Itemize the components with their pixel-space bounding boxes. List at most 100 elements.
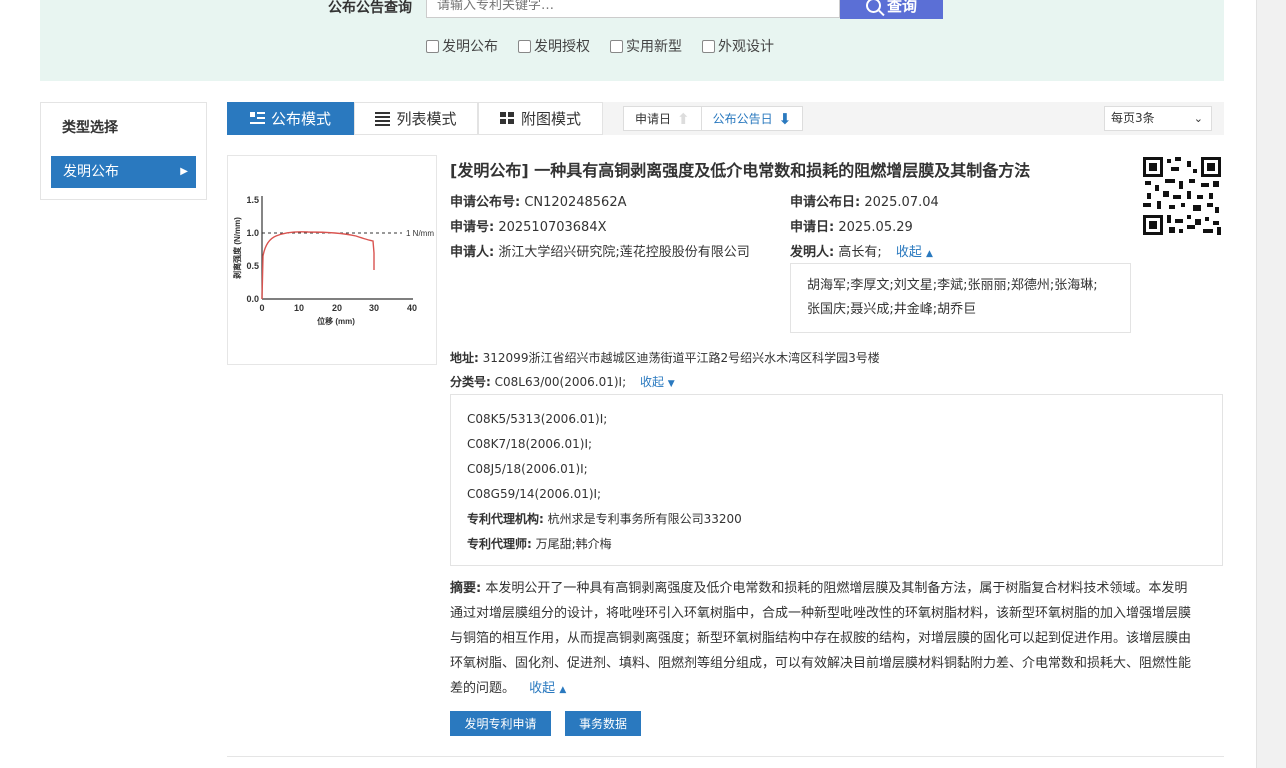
checkbox-icon[interactable] bbox=[518, 39, 531, 53]
chevron-right-icon: ▶ bbox=[180, 166, 188, 177]
sidebar-title: 类型选择 bbox=[62, 120, 118, 136]
tab-label: 公布模式 bbox=[270, 110, 331, 128]
field-label: 申请人: bbox=[450, 245, 495, 260]
inventor: 发明人: 高长有; 收起 ▲ bbox=[790, 241, 933, 260]
sidebar-item-invention-publication[interactable]: 发明公布 ▶ bbox=[51, 156, 196, 188]
abstract-line: 环氧树脂、固化剂、促进剂、填料、阻燃剂等组分组成，可以有效解决目前增层膜材料铜黏… bbox=[450, 656, 1192, 671]
field-label: 地址: bbox=[450, 351, 479, 365]
application-date: 申请日: 2025.05.29 bbox=[790, 216, 913, 235]
patent-title[interactable]: [发明公布] 一种具有高铜剥离强度及低介电常数和损耗的阻燃增层膜及其制备方法 bbox=[450, 157, 1030, 181]
sort-label: 申请日 bbox=[635, 112, 672, 126]
classification-code: C08J5/18(2006.01)I; bbox=[467, 462, 588, 476]
classification-code: C08K7/18(2006.01)I; bbox=[467, 437, 593, 451]
sidebar-item-label: 发明公布 bbox=[63, 164, 119, 180]
patent-agent: 专利代理师: 万尾甜;韩介梅 bbox=[467, 532, 1206, 557]
tab-publication-mode[interactable]: 公布模式 bbox=[227, 102, 354, 135]
tab-list-mode[interactable]: 列表模式 bbox=[354, 102, 478, 135]
checkbox-label: 发明公布 bbox=[442, 39, 498, 55]
field-value: 浙江大学绍兴研究院;莲花控股股份有限公司 bbox=[498, 245, 750, 260]
divider bbox=[227, 756, 1224, 757]
search-label: 公布公告查询 bbox=[328, 0, 412, 16]
toggle-label: 收起 bbox=[895, 245, 922, 260]
y-tick: 0.0 bbox=[246, 294, 259, 304]
field-label: 申请日: bbox=[790, 220, 835, 235]
search-button[interactable]: 查询 bbox=[840, 0, 943, 19]
classification-code: C08G59/14(2006.01)I; bbox=[467, 487, 602, 501]
arrow-up-icon: ⬆ bbox=[677, 109, 690, 128]
address: 地址: 312099浙江省绍兴市越城区迪荡街道平江路2号绍兴水木湾区科学园3号楼 bbox=[450, 349, 880, 366]
transaction-data-button[interactable]: 事务数据 bbox=[565, 711, 641, 736]
abstract-line: 差的问题。 收起 ▲ bbox=[450, 676, 1223, 703]
classification-code: C08K5/5313(2006.01)I; bbox=[467, 412, 608, 426]
invention-application-button[interactable]: 发明专利申请 bbox=[450, 711, 551, 736]
publication-number: 申请公布号: CN120248562A bbox=[450, 191, 626, 210]
toggle-label: 收起 bbox=[529, 681, 556, 696]
checkbox-design[interactable]: 外观设计 bbox=[702, 36, 774, 56]
toolbar: 公布模式 列表模式 附图模式 申请日 ⬆ 公布公告日 ⬇ 每页3条 ⌄ bbox=[227, 102, 1224, 135]
classification-details: C08K5/5313(2006.01)I; C08K7/18(2006.01)I… bbox=[450, 394, 1223, 566]
patent-figure[interactable]: 0.0 0.5 1.0 1.5 0 10 20 30 40 位移 (mm) 剥离… bbox=[227, 155, 437, 365]
y-tick: 1.0 bbox=[246, 228, 259, 238]
checkbox-invention-publication[interactable]: 发明公布 bbox=[426, 36, 498, 56]
field-label: 发明人: bbox=[790, 245, 835, 260]
x-tick: 20 bbox=[332, 303, 342, 313]
checkbox-label: 外观设计 bbox=[718, 39, 774, 55]
page: 公布公告查询 查询 发明公布 发明授权 实用新型 外观设计 类型选择 发明公布 … bbox=[0, 0, 1256, 768]
tab-figure-mode[interactable]: 附图模式 bbox=[478, 102, 603, 135]
abstract: 摘要: 本发明公开了一种具有高铜剥离强度及低介电常数和损耗的阻燃增层膜及其制备方… bbox=[450, 576, 1223, 703]
classification-collapse-toggle[interactable]: 收起 ▼ bbox=[640, 375, 675, 389]
per-page-value: 每页3条 bbox=[1111, 111, 1155, 125]
search-input[interactable] bbox=[426, 0, 840, 18]
abstract-text: 本发明公开了一种具有高铜剥离强度及低介电常数和损耗的阻燃增层膜及其制备方法，属于… bbox=[485, 581, 1188, 596]
inventor-list: 胡海军;李厚文;刘文星;李斌;张丽丽;郑德州;张海琳; 张国庆;聂兴成;井金峰;… bbox=[790, 263, 1131, 333]
field-value: C08L63/00(2006.01)I; bbox=[494, 375, 627, 389]
checkbox-icon[interactable] bbox=[426, 39, 439, 53]
y-tick: 1.5 bbox=[246, 195, 259, 205]
list-icon bbox=[375, 112, 391, 126]
application-number: 申请号: 202510703684X bbox=[450, 216, 607, 235]
classification: 分类号: C08L63/00(2006.01)I; 收起 ▼ bbox=[450, 373, 675, 390]
sort-by-application-date[interactable]: 申请日 ⬆ bbox=[624, 107, 701, 130]
sort-label: 公布公告日 bbox=[712, 112, 773, 126]
field-label: 申请公布日: bbox=[790, 195, 861, 210]
sort-by-publication-date[interactable]: 公布公告日 ⬇ bbox=[700, 107, 803, 130]
applicant: 申请人: 浙江大学绍兴研究院;莲花控股股份有限公司 bbox=[450, 241, 750, 260]
search-panel: 公布公告查询 查询 发明公布 发明授权 实用新型 外观设计 bbox=[40, 0, 1224, 81]
chevron-down-icon: ⌄ bbox=[1193, 112, 1203, 125]
field-label: 申请号: bbox=[450, 220, 495, 235]
field-value: 高长有; bbox=[838, 245, 882, 260]
checkbox-icon[interactable] bbox=[702, 39, 715, 53]
inventor-collapse-toggle[interactable]: 收起 ▲ bbox=[896, 245, 933, 260]
y-axis-label: 剥离强度 (N/mm) bbox=[232, 217, 242, 279]
y-tick: 0.5 bbox=[246, 261, 259, 271]
per-page-select[interactable]: 每页3条 ⌄ bbox=[1104, 106, 1212, 131]
abstract-collapse-toggle[interactable]: 收起 ▲ bbox=[529, 681, 566, 696]
search-button-label: 查询 bbox=[886, 0, 917, 15]
field-value: CN120248562A bbox=[524, 195, 627, 210]
field-label: 申请公布号: bbox=[450, 195, 521, 210]
inventor-line: 胡海军;李厚文;刘文星;李斌;张丽丽;郑德州;张海琳; bbox=[807, 278, 1098, 293]
checkbox-invention-grant[interactable]: 发明授权 bbox=[518, 36, 590, 56]
abstract-line: 摘要: 本发明公开了一种具有高铜剥离强度及低介电常数和损耗的阻燃增层膜及其制备方… bbox=[450, 576, 1223, 601]
x-tick: 0 bbox=[259, 303, 264, 313]
reference-label: 1 N/mm bbox=[406, 229, 434, 238]
grid-icon bbox=[499, 112, 515, 125]
field-label: 分类号: bbox=[450, 375, 491, 389]
toggle-label: 收起 bbox=[639, 375, 664, 389]
arrow-down-icon: ⬇ bbox=[778, 109, 792, 128]
field-value: 312099浙江省绍兴市越城区迪荡街道平江路2号绍兴水木湾区科学园3号楼 bbox=[482, 351, 880, 365]
search-icon bbox=[865, 0, 881, 13]
checkbox-icon[interactable] bbox=[610, 39, 623, 53]
tab-label: 附图模式 bbox=[520, 110, 581, 128]
publication-date: 申请公布日: 2025.07.04 bbox=[790, 191, 939, 210]
checkbox-utility-model[interactable]: 实用新型 bbox=[610, 36, 682, 56]
abstract-label: 摘要: bbox=[450, 581, 482, 596]
inventor-line: 张国庆;聂兴成;井金峰;胡乔巨 bbox=[807, 302, 977, 317]
field-value: 万尾甜;韩介梅 bbox=[535, 537, 612, 551]
scrollbar[interactable] bbox=[1256, 0, 1286, 768]
field-label: 专利代理机构: bbox=[467, 512, 544, 526]
caret-up-icon: ▲ bbox=[926, 249, 933, 259]
field-value: 202510703684X bbox=[498, 220, 607, 235]
detail-list-icon bbox=[249, 112, 265, 125]
tab-label: 列表模式 bbox=[396, 110, 457, 128]
